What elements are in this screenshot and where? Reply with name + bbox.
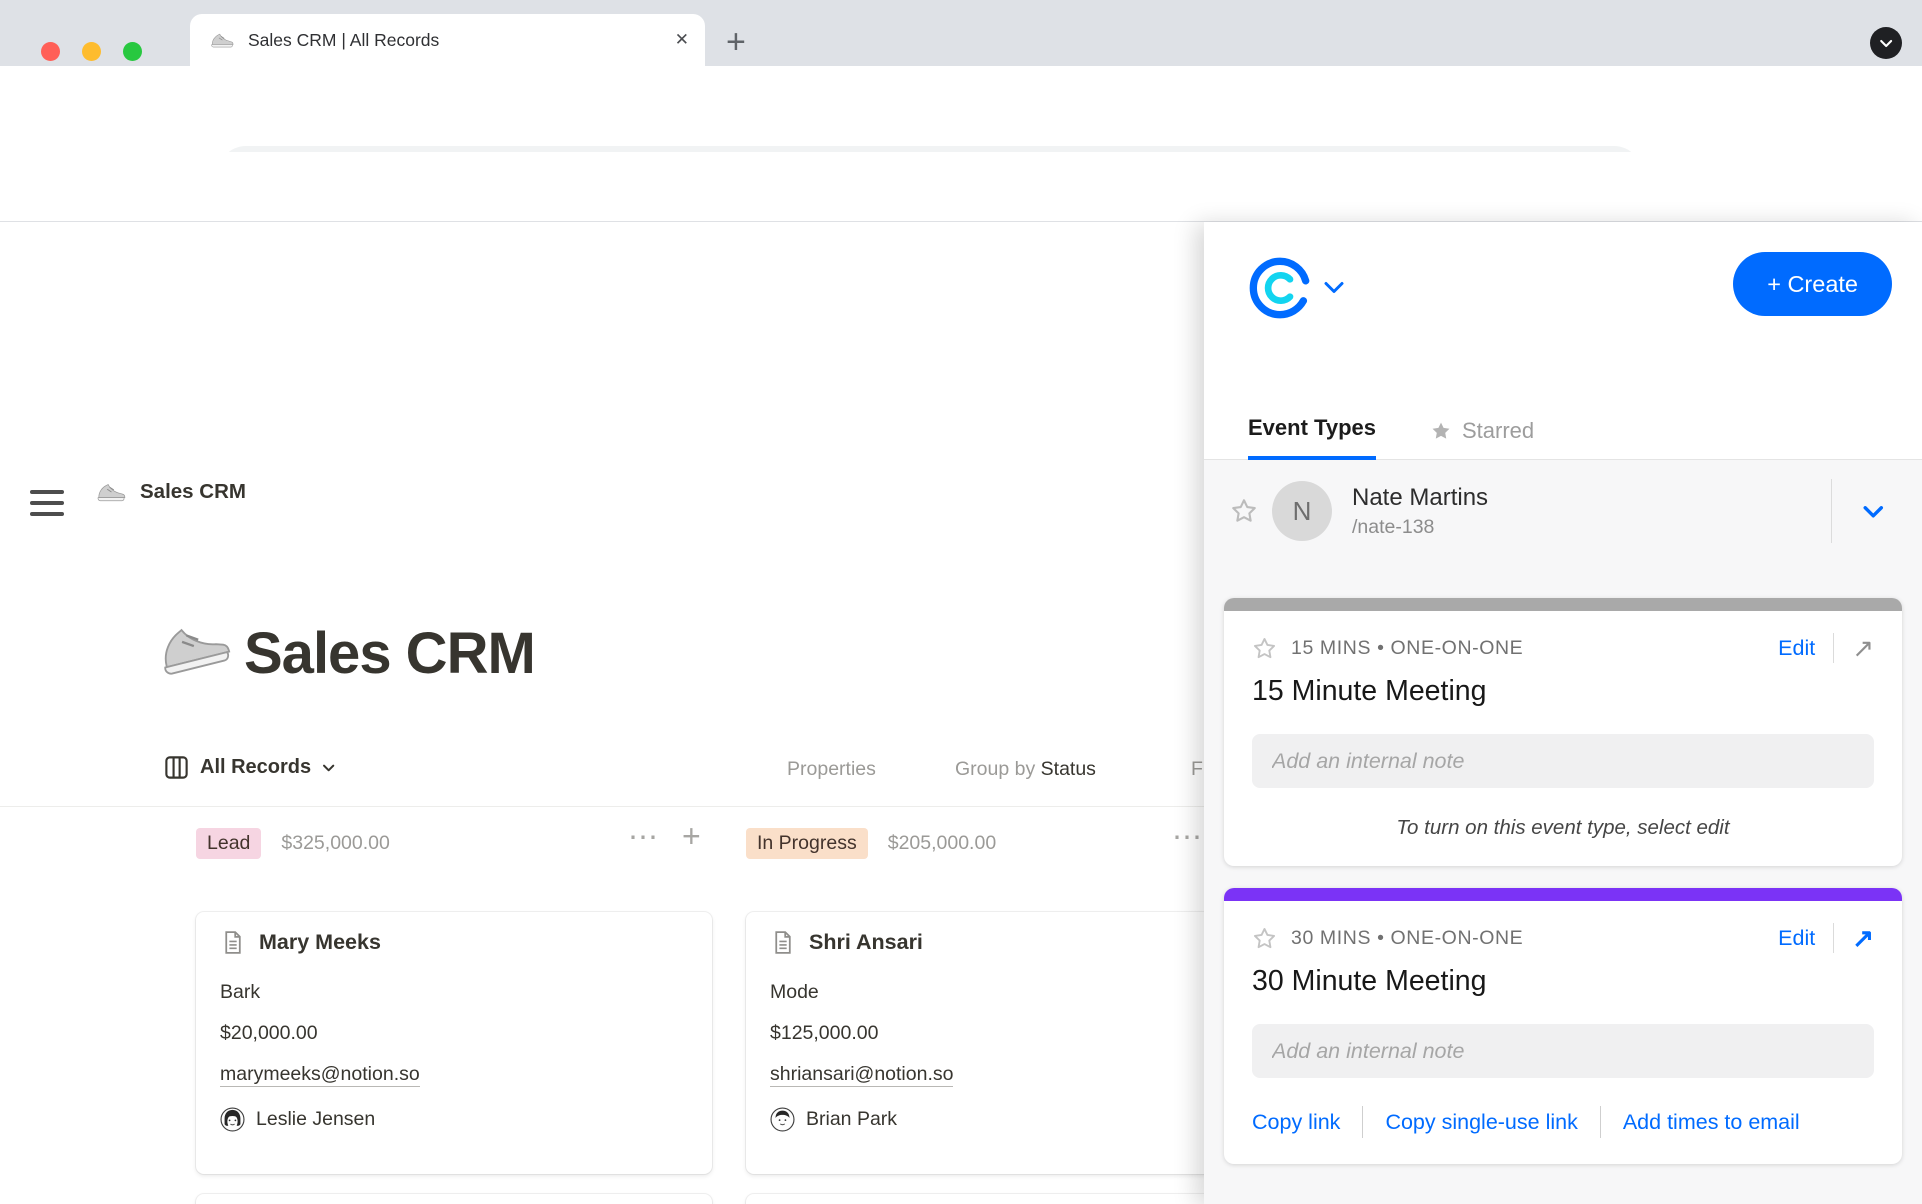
copy-single-use-link-button[interactable]: Copy single-use link bbox=[1385, 1110, 1577, 1135]
notion-page: Sales CRM Sales CRM All Records Properti… bbox=[0, 222, 1204, 1204]
star-icon[interactable] bbox=[1252, 926, 1277, 951]
record-card[interactable]: Summer Ellis Boardly $30,000.00 summer.e… bbox=[196, 1194, 712, 1204]
column-sum: $205,000.00 bbox=[888, 832, 996, 855]
internal-note-input[interactable] bbox=[1252, 734, 1874, 788]
chevron-down-icon bbox=[1878, 35, 1894, 51]
event-type-card[interactable]: 15 MINS • ONE-ON-ONE Edit ↗ 15 Minute Me… bbox=[1224, 598, 1902, 866]
divider bbox=[1833, 633, 1834, 663]
new-tab-button[interactable]: + bbox=[726, 23, 746, 62]
page-icon bbox=[770, 930, 795, 955]
maximize-window-button[interactable] bbox=[123, 42, 142, 61]
status-badge: In Progress bbox=[746, 828, 868, 859]
user-avatar: N bbox=[1272, 481, 1332, 541]
filter-button[interactable]: F bbox=[1191, 758, 1203, 781]
column-header-in-progress[interactable]: In Progress $205,000.00 bbox=[746, 828, 996, 859]
internal-note-input[interactable] bbox=[1252, 1024, 1874, 1078]
view-name: All Records bbox=[200, 756, 311, 779]
event-title: 30 Minute Meeting bbox=[1252, 965, 1874, 998]
add-times-to-email-button[interactable]: Add times to email bbox=[1623, 1110, 1800, 1135]
user-handle: /nate-138 bbox=[1352, 516, 1488, 539]
record-name: Mary Meeks bbox=[259, 930, 381, 955]
tab-title: Sales CRM | All Records bbox=[248, 30, 675, 51]
status-badge: Lead bbox=[196, 828, 261, 859]
bookmarks-bar: Apps Reading List bbox=[0, 152, 1922, 222]
star-icon bbox=[1430, 420, 1452, 442]
add-card-icon[interactable]: + bbox=[682, 818, 701, 855]
amount-field: $20,000.00 bbox=[220, 1022, 688, 1045]
event-title: 15 Minute Meeting bbox=[1252, 675, 1874, 708]
edit-link[interactable]: Edit bbox=[1778, 636, 1815, 661]
calendly-extension-panel: + Create Event Types Starred N Nate Mart… bbox=[1204, 222, 1922, 1204]
page-title: Sales CRM bbox=[244, 620, 535, 687]
record-card[interactable]: Edwin Chan Tims $50,000.00 edwin@notion.… bbox=[746, 1194, 1204, 1204]
properties-button[interactable]: Properties bbox=[787, 758, 876, 781]
owner-avatar bbox=[770, 1107, 795, 1132]
record-name: Shri Ansari bbox=[809, 930, 923, 955]
chevron-down-icon bbox=[321, 760, 336, 775]
star-icon[interactable] bbox=[1230, 497, 1258, 525]
amount-field: $125,000.00 bbox=[770, 1022, 1204, 1045]
open-external-icon[interactable]: ↗ bbox=[1852, 635, 1874, 661]
calendly-logo bbox=[1248, 256, 1312, 320]
event-accent-bar bbox=[1224, 888, 1902, 901]
company-field: Bark bbox=[220, 981, 688, 1004]
owner-avatar bbox=[220, 1107, 245, 1132]
row-divider bbox=[1831, 479, 1832, 543]
star-icon[interactable] bbox=[1252, 636, 1277, 661]
sneaker-favicon bbox=[210, 33, 234, 48]
board-view-icon bbox=[163, 754, 190, 781]
open-external-icon[interactable]: ↗ bbox=[1852, 925, 1874, 951]
record-card[interactable]: Mary Meeks Bark $20,000.00 marymeeks@not… bbox=[196, 912, 712, 1174]
column-sum: $325,000.00 bbox=[281, 832, 389, 855]
column-menu-icon[interactable]: ⋯ bbox=[1172, 820, 1203, 855]
tab-starred[interactable]: Starred bbox=[1430, 418, 1534, 459]
sneaker-icon bbox=[96, 483, 126, 502]
close-window-button[interactable] bbox=[41, 42, 60, 61]
expand-chevron-icon[interactable] bbox=[1860, 498, 1886, 524]
divider bbox=[1833, 923, 1834, 953]
tab-search-button[interactable] bbox=[1870, 27, 1902, 59]
browser-tab[interactable]: Sales CRM | All Records ✕ bbox=[190, 14, 705, 66]
view-switcher[interactable]: All Records bbox=[163, 754, 336, 781]
breadcrumb-title: Sales CRM bbox=[140, 480, 246, 504]
panel-tabs: Event Types Starred bbox=[1204, 396, 1922, 460]
breadcrumb[interactable]: Sales CRM bbox=[96, 480, 246, 504]
user-name: Nate Martins bbox=[1352, 484, 1488, 512]
page-icon bbox=[220, 930, 245, 955]
email-field[interactable]: marymeeks@notion.so bbox=[220, 1063, 688, 1086]
event-meta: 30 MINS • ONE-ON-ONE bbox=[1291, 927, 1523, 950]
edit-link[interactable]: Edit bbox=[1778, 926, 1815, 951]
event-hint: To turn on this event type, select edit bbox=[1252, 816, 1874, 840]
page-sneaker-emoji[interactable] bbox=[151, 616, 234, 680]
group-by-button[interactable]: Group by Status bbox=[955, 758, 1096, 781]
divider bbox=[1600, 1106, 1601, 1138]
column-header-lead[interactable]: Lead $325,000.00 bbox=[196, 828, 390, 859]
user-row[interactable]: N Nate Martins /nate-138 bbox=[1204, 460, 1922, 562]
toolbar-divider bbox=[0, 806, 1204, 807]
event-accent-bar bbox=[1224, 598, 1902, 611]
sidebar-menu-button[interactable] bbox=[30, 490, 64, 516]
divider bbox=[1362, 1106, 1363, 1138]
event-type-card[interactable]: 30 MINS • ONE-ON-ONE Edit ↗ 30 Minute Me… bbox=[1224, 888, 1902, 1164]
chevron-down-icon bbox=[1324, 281, 1344, 295]
copy-link-button[interactable]: Copy link bbox=[1252, 1110, 1340, 1135]
tab-event-types[interactable]: Event Types bbox=[1248, 415, 1376, 460]
create-button[interactable]: + Create bbox=[1733, 252, 1892, 316]
company-field: Mode bbox=[770, 981, 1204, 1004]
owner-field: Leslie Jensen bbox=[220, 1107, 688, 1132]
email-field[interactable]: shriansari@notion.so bbox=[770, 1063, 1204, 1086]
column-menu-icon[interactable]: ⋯ bbox=[628, 820, 659, 855]
record-card[interactable]: Shri Ansari Mode $125,000.00 shriansari@… bbox=[746, 912, 1204, 1174]
tab-strip: Sales CRM | All Records ✕ + bbox=[0, 0, 1922, 66]
browser-toolbar: notion.so/camacme/6de9fb7454454344a80877… bbox=[0, 66, 1922, 152]
close-tab-icon[interactable]: ✕ bbox=[675, 30, 689, 50]
minimize-window-button[interactable] bbox=[82, 42, 101, 61]
owner-field: Brian Park bbox=[770, 1107, 1204, 1132]
calendly-account-menu[interactable] bbox=[1248, 256, 1344, 320]
event-meta: 15 MINS • ONE-ON-ONE bbox=[1291, 637, 1523, 660]
event-actions: Copy link Copy single-use link Add times… bbox=[1252, 1106, 1874, 1138]
